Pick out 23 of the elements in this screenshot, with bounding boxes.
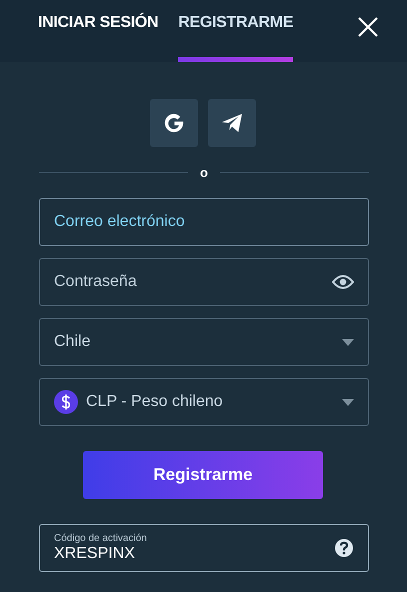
password-field[interactable]: Contraseña: [39, 258, 369, 306]
dropdown-caret-icon: [342, 338, 354, 346]
field-value: XRESPINX: [54, 545, 136, 563]
eye-icon[interactable]: [332, 275, 354, 289]
dollar-coin-icon: [54, 390, 78, 414]
activation-code-field[interactable]: Código de activación XRESPINX: [39, 524, 369, 572]
google-icon: [163, 112, 185, 134]
close-icon[interactable]: [357, 16, 379, 38]
register-button[interactable]: Registrarme: [83, 451, 323, 499]
divider-text: o: [200, 165, 208, 180]
email-field[interactable]: Correo electrónico: [39, 198, 369, 246]
field-label: Código de activación: [54, 533, 148, 544]
tab[interactable]: REGISTRARME: [178, 0, 294, 62]
currency-select[interactable]: CLP - Peso chileno: [39, 378, 369, 426]
password-input[interactable]: Contraseña: [54, 273, 324, 291]
help-icon[interactable]: [334, 538, 354, 558]
paper-plane-icon: [221, 113, 243, 133]
social-login-button[interactable]: [150, 99, 198, 147]
dropdown-caret-icon: [342, 398, 354, 406]
email-input[interactable]: Correo electrónico: [54, 213, 354, 231]
country-select[interactable]: Chile: [39, 318, 369, 366]
tab[interactable]: INICIAR SESIÓN: [38, 0, 158, 62]
social-login-button[interactable]: [208, 99, 256, 147]
